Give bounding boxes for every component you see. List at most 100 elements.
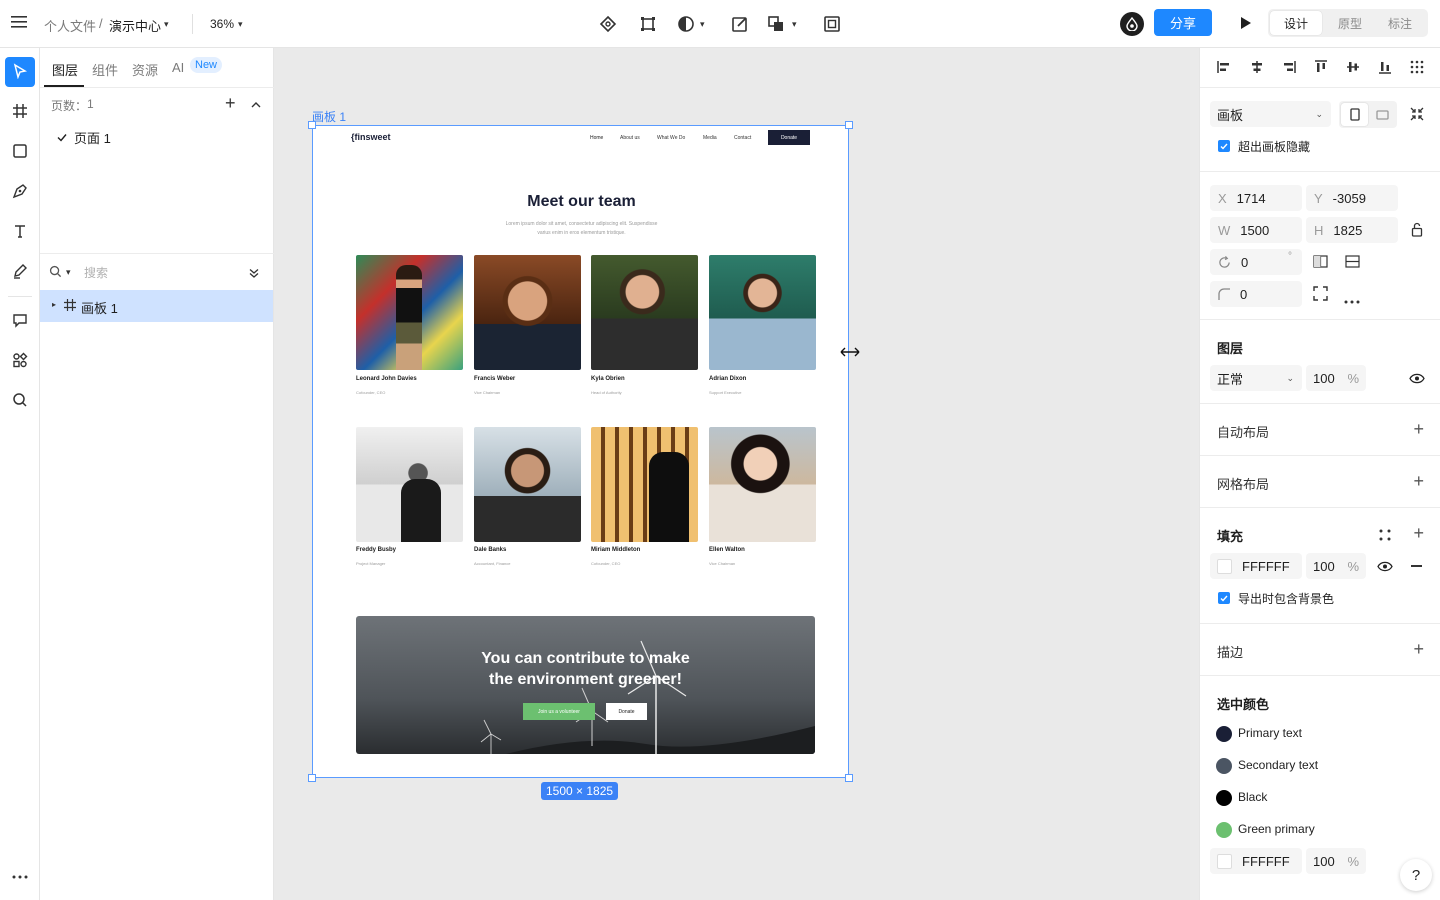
align-bottom-icon[interactable] <box>1378 60 1392 77</box>
mask-icon[interactable] <box>674 12 698 36</box>
layer-search-input[interactable]: 搜索 <box>84 264 108 281</box>
move-tool[interactable] <box>5 57 35 87</box>
align-top-icon[interactable] <box>1314 60 1328 77</box>
rotation-field[interactable]: 0 ° <box>1210 249 1302 275</box>
page-item[interactable]: 页面 1 <box>74 128 111 147</box>
resize-handle-bl[interactable] <box>308 774 316 782</box>
blend-mode-select[interactable]: 正常 ⌄ <box>1210 365 1302 391</box>
fill-swatch[interactable] <box>1217 558 1232 574</box>
component-icon[interactable] <box>596 12 620 36</box>
tab-annotate[interactable]: 标注 <box>1374 11 1426 35</box>
chevron-down-icon[interactable]: ▾ <box>66 267 71 278</box>
remove-fill-icon[interactable] <box>1411 565 1422 567</box>
more-icon[interactable] <box>5 862 35 892</box>
layer-row-selected[interactable]: ▸ 画板 1 <box>40 290 273 322</box>
share-button[interactable]: 分享 <box>1154 9 1212 36</box>
resize-handle-tl[interactable] <box>308 121 316 129</box>
more-options-icon[interactable] <box>1344 292 1360 307</box>
y-field[interactable]: Y -3059 <box>1306 185 1398 211</box>
color-swatch[interactable] <box>1216 726 1232 742</box>
align-center-h-icon[interactable] <box>1250 60 1264 77</box>
breadcrumb-parent[interactable]: 个人文件 <box>44 16 96 35</box>
lock-ratio-icon[interactable] <box>1411 222 1423 240</box>
selected-swatch[interactable] <box>1217 853 1232 869</box>
expand-all-icon[interactable] <box>249 266 259 281</box>
artboard[interactable]: {finsweet Home About us What We Do Media… <box>312 125 849 778</box>
frame-tool[interactable] <box>5 97 35 127</box>
color-name[interactable]: Secondary text <box>1238 758 1318 772</box>
export-bg-checkbox[interactable] <box>1218 592 1230 604</box>
flip-vertical-icon[interactable] <box>1345 254 1360 272</box>
chevron-down-icon[interactable]: ▾ <box>164 19 169 30</box>
color-name[interactable]: Black <box>1238 790 1267 804</box>
nav-contact: Contact <box>734 135 752 141</box>
search-tool[interactable] <box>5 386 35 416</box>
comment-tool[interactable] <box>5 306 35 336</box>
container-icon[interactable] <box>820 12 844 36</box>
boolean-icon[interactable] <box>764 12 788 36</box>
add-auto-layout-icon[interactable]: + <box>1413 420 1424 438</box>
opacity-field[interactable]: 100 % <box>1306 365 1366 391</box>
edit-icon[interactable] <box>728 12 752 36</box>
help-button[interactable]: ? <box>1400 859 1432 891</box>
text-tool[interactable] <box>5 217 35 247</box>
selected-opacity-field[interactable]: 100 % <box>1306 848 1366 874</box>
color-swatch[interactable] <box>1216 822 1232 838</box>
fill-opacity-field[interactable]: 100 % <box>1306 553 1366 579</box>
chevron-down-icon[interactable]: ▾ <box>792 19 797 30</box>
add-fill-icon[interactable]: + <box>1413 524 1424 542</box>
expand-arrow-icon[interactable]: ▸ <box>52 300 56 309</box>
tab-ai[interactable]: AI <box>172 60 184 75</box>
plugins-tool[interactable] <box>5 346 35 376</box>
color-swatch[interactable] <box>1216 790 1232 806</box>
tab-prototype[interactable]: 原型 <box>1324 11 1376 35</box>
align-middle-v-icon[interactable] <box>1346 60 1360 77</box>
flip-horizontal-icon[interactable] <box>1313 254 1328 272</box>
eye-icon[interactable] <box>1409 372 1425 387</box>
h-field[interactable]: H 1825 <box>1306 217 1398 243</box>
w-field[interactable]: W 1500 <box>1210 217 1302 243</box>
landscape-icon[interactable] <box>1369 103 1395 126</box>
resize-to-fit-icon[interactable] <box>1410 107 1424 124</box>
style-icon[interactable] <box>1379 529 1391 544</box>
pen-tool[interactable] <box>5 177 35 207</box>
independent-corners-icon[interactable] <box>1313 286 1328 304</box>
breadcrumb-current[interactable]: 演示中心 <box>109 16 161 35</box>
frame-type-select[interactable]: 画板 ⌄ <box>1210 101 1331 127</box>
chevron-down-icon[interactable]: ▾ <box>238 19 243 30</box>
tab-design[interactable]: 设计 <box>1270 11 1322 35</box>
menu-icon[interactable] <box>11 15 29 33</box>
add-stroke-icon[interactable]: + <box>1413 640 1424 658</box>
x-field[interactable]: X 1714 <box>1210 185 1302 211</box>
tab-assets[interactable]: 资源 <box>132 60 158 79</box>
resize-handle-tr[interactable] <box>845 121 853 129</box>
tab-components[interactable]: 组件 <box>92 60 118 79</box>
chevron-down-icon[interactable]: ▾ <box>700 19 705 30</box>
rectangle-tool[interactable] <box>5 137 35 167</box>
eye-icon[interactable] <box>1377 560 1393 575</box>
add-page-icon[interactable]: + <box>225 93 236 114</box>
resize-handle-br[interactable] <box>845 774 853 782</box>
clip-content-checkbox[interactable] <box>1218 140 1230 152</box>
user-avatar-icon[interactable] <box>1120 12 1144 36</box>
layers-panel: 图层 组件 资源 AI New 页数： 1 + 页面 1 ▾ 搜索 ▸ 画板 1 <box>40 48 274 900</box>
pencil-tool[interactable] <box>5 257 35 287</box>
corner-radius-field[interactable]: 0 <box>1210 281 1302 307</box>
zoom-level[interactable]: 36% <box>210 17 234 31</box>
align-right-icon[interactable] <box>1282 60 1296 77</box>
play-icon[interactable] <box>1240 16 1252 33</box>
collapse-icon[interactable] <box>251 97 261 112</box>
color-name[interactable]: Green primary <box>1238 822 1315 836</box>
tab-layers[interactable]: 图层 <box>52 60 78 79</box>
selected-color-field[interactable]: FFFFFF <box>1210 848 1302 874</box>
color-name[interactable]: Primary text <box>1238 726 1302 740</box>
add-grid-layout-icon[interactable]: + <box>1413 472 1424 490</box>
align-left-icon[interactable] <box>1217 60 1231 77</box>
frame-tool-icon[interactable] <box>636 12 660 36</box>
distribute-icon[interactable] <box>1410 60 1424 77</box>
color-swatch[interactable] <box>1216 758 1232 774</box>
artboard-label[interactable]: 画板 1 <box>312 108 346 125</box>
portrait-icon[interactable] <box>1341 103 1368 126</box>
search-icon[interactable] <box>49 265 62 281</box>
fill-color-field[interactable]: FFFFFF <box>1210 553 1302 579</box>
